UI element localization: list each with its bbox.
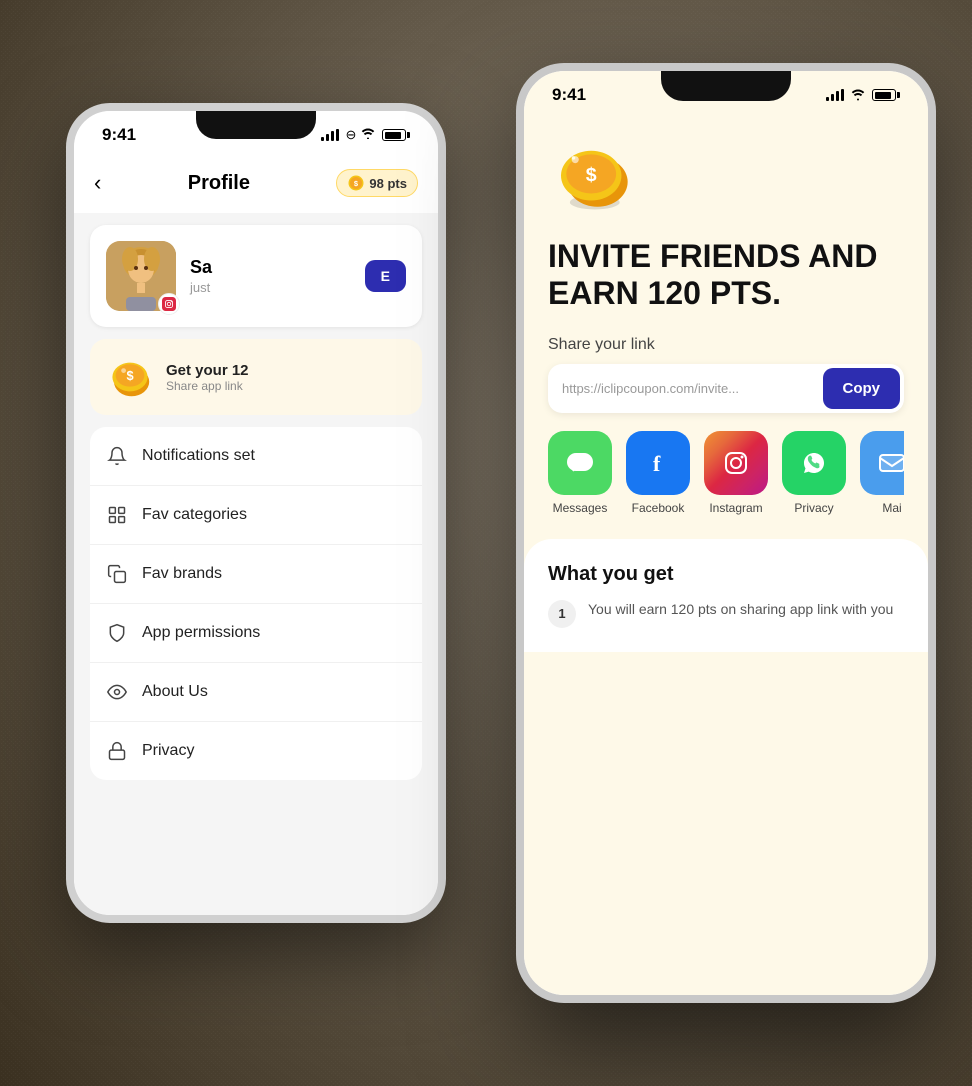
- wifi-icon: ⊖: [345, 127, 376, 143]
- pts-badge: $ 98 pts: [336, 169, 418, 197]
- notch-back: [196, 111, 316, 139]
- messages-icon: [548, 431, 612, 495]
- menu-item-notifications[interactable]: Notifications set: [90, 427, 422, 486]
- reward-item: 1 You will earn 120 pts on sharing app l…: [548, 600, 904, 628]
- coin-hero-icon: $: [548, 133, 638, 213]
- bell-icon: [106, 445, 128, 467]
- status-time-front: 9:41: [552, 85, 586, 105]
- facebook-icon: f: [626, 431, 690, 495]
- social-item-messages[interactable]: Messages: [548, 431, 612, 515]
- share-link-label: Share your link: [548, 336, 904, 354]
- menu-item-app-permissions[interactable]: App permissions: [90, 604, 422, 663]
- phone-front: 9:41: [516, 63, 936, 1003]
- svg-text:f: f: [653, 451, 661, 476]
- menu-item-fav-brands[interactable]: Fav brands: [90, 545, 422, 604]
- battery-front-icon: [872, 89, 900, 101]
- menu-label-about-us: About Us: [142, 683, 208, 701]
- invite-content: $ INVITE FRIENDS AND EARN 120 PTS. Share…: [524, 113, 928, 515]
- mail-icon: [860, 431, 904, 495]
- social-label-whatsapp: Privacy: [794, 501, 833, 515]
- menu-label-notifications: Notifications set: [142, 447, 255, 465]
- instagram-badge[interactable]: [158, 293, 180, 315]
- phone-back: 9:41 ⊖: [66, 103, 446, 923]
- social-label-facebook: Facebook: [632, 501, 685, 515]
- menu-label-app-permissions: App permissions: [142, 624, 260, 642]
- signal-bars-icon: [321, 129, 339, 141]
- whatsapp-icon: [782, 431, 846, 495]
- profile-header: ‹ Profile $ 98 pts: [74, 153, 438, 213]
- signal-bars-front-icon: [826, 89, 844, 101]
- menu-label-privacy: Privacy: [142, 742, 194, 760]
- referral-banner[interactable]: $ Get your 12 Share app link: [90, 339, 422, 415]
- copy-icon: [106, 563, 128, 585]
- status-icons-front: [826, 89, 900, 101]
- phones-container: 9:41 ⊖: [36, 43, 936, 1043]
- pts-value: 98 pts: [369, 176, 407, 191]
- menu-label-fav-brands: Fav brands: [142, 565, 222, 583]
- menu-item-privacy[interactable]: Privacy: [90, 722, 422, 780]
- copy-button[interactable]: Copy: [823, 368, 901, 409]
- social-item-mail[interactable]: Mai: [860, 431, 904, 515]
- referral-title: Get your 12: [166, 362, 406, 379]
- reward-text: You will earn 120 pts on sharing app lin…: [588, 600, 893, 620]
- menu-item-about-us[interactable]: About Us: [90, 663, 422, 722]
- status-icons-back: ⊖: [321, 127, 410, 143]
- svg-text:$: $: [126, 368, 133, 383]
- svg-text:$: $: [586, 164, 597, 186]
- edit-profile-button[interactable]: E: [365, 260, 406, 292]
- white-section: What you get 1 You will earn 120 pts on …: [524, 539, 928, 652]
- social-label-instagram: Instagram: [709, 501, 762, 515]
- menu-label-fav-categories: Fav categories: [142, 506, 247, 524]
- what-you-get-title: What you get: [548, 563, 904, 586]
- social-label-messages: Messages: [553, 501, 608, 515]
- profile-title: Profile: [188, 172, 250, 195]
- reward-number: 1: [548, 600, 576, 628]
- notch-front: [661, 71, 791, 101]
- social-item-instagram[interactable]: Instagram: [704, 431, 768, 515]
- social-label-mail: Mai: [882, 501, 901, 515]
- social-row: Messages f Facebook: [548, 431, 904, 515]
- instagram-share-icon: [704, 431, 768, 495]
- profile-name: Sa: [190, 257, 351, 278]
- back-button[interactable]: ‹: [94, 170, 101, 196]
- invite-heading: INVITE FRIENDS AND EARN 120 PTS.: [548, 238, 904, 312]
- referral-coin-icon: $: [106, 353, 154, 401]
- coin-icon: $: [347, 174, 365, 192]
- status-time-back: 9:41: [102, 125, 136, 145]
- eye-icon: [106, 681, 128, 703]
- referral-text: Get your 12 Share app link: [166, 362, 406, 393]
- menu-list: Notifications set Fav categories: [90, 427, 422, 780]
- menu-item-fav-categories[interactable]: Fav categories: [90, 486, 422, 545]
- lock-icon: [106, 740, 128, 762]
- battery-icon: [382, 129, 410, 141]
- share-link-url: https://iclipcoupon.com/invite...: [562, 381, 823, 396]
- wifi-front-icon: [850, 89, 866, 101]
- social-item-whatsapp[interactable]: Privacy: [782, 431, 846, 515]
- referral-sub: Share app link: [166, 379, 406, 393]
- profile-card: Sa just E: [90, 225, 422, 327]
- share-link-box: https://iclipcoupon.com/invite... Copy: [548, 364, 904, 413]
- social-item-facebook[interactable]: f Facebook: [626, 431, 690, 515]
- shield-icon: [106, 622, 128, 644]
- profile-info: Sa just: [190, 257, 351, 295]
- profile-sub: just: [190, 280, 351, 295]
- avatar-wrap: [106, 241, 176, 311]
- grid-icon: [106, 504, 128, 526]
